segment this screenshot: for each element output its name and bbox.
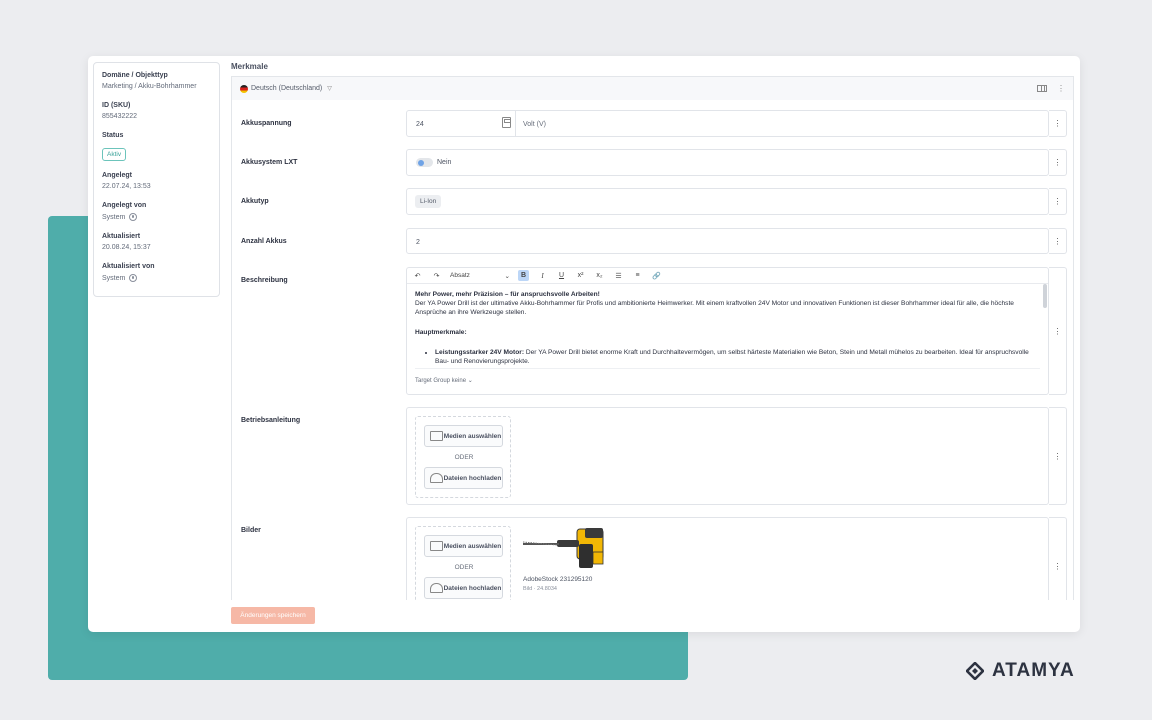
updated-value: 20.08.24, 15:37 <box>102 244 151 251</box>
flag-de-icon <box>240 84 248 93</box>
gear-icon <box>129 274 138 282</box>
field-label: Akkuspannung <box>241 120 292 127</box>
upload-files-button[interactable]: Dateien hochladen <box>424 577 503 599</box>
created-by-value: System <box>102 213 126 221</box>
calculator-icon[interactable] <box>502 117 511 128</box>
battery-type-field[interactable]: Li-Ion <box>406 188 1049 215</box>
media-dropzone[interactable]: Medien auswählen ODER Dateien hochladen <box>415 526 511 600</box>
save-changes-button[interactable]: Änderungen speichern <box>231 607 315 624</box>
target-group-select[interactable]: Target Group keine ⌄ <box>415 368 1040 384</box>
description-paragraph: Der YA Power Drill ist der ultimative Ak… <box>415 300 1014 316</box>
undo-icon[interactable]: ↶ <box>412 270 423 281</box>
created-label: Angelegt <box>102 172 132 179</box>
field-label: Betriebsanleitung <box>241 417 301 424</box>
grid-view-icon[interactable] <box>1037 85 1047 92</box>
subscript-icon[interactable]: x₂ <box>594 270 605 281</box>
list-item: Leistungsstarker 24V Motor: Der YA Power… <box>435 348 1040 366</box>
updated-label: Aktualisiert <box>102 233 141 240</box>
redo-icon[interactable]: ↷ <box>431 270 442 281</box>
editor-toolbar: ↶ ↷ Absatz ⌄ B I U x² x₂ ☰ ≡ 🔗 <box>407 268 1048 284</box>
media-library-icon <box>430 541 443 551</box>
kebab-icon[interactable]: ⋮ <box>1049 228 1067 254</box>
domain-label: Domäne / Objekttyp <box>102 72 168 79</box>
updated-by-row: System <box>102 274 211 282</box>
created-value: 22.07.24, 13:53 <box>102 183 151 190</box>
object-meta-card: Domäne / Objekttyp Marketing / Akku-Bohr… <box>93 62 220 297</box>
paragraph-format-select[interactable]: Absatz ⌄ <box>450 272 510 280</box>
status-label: Status <box>102 132 124 139</box>
main-panel: Merkmale Deutsch (Deutschland) ▽ ⋮ Akkus… <box>231 56 1074 632</box>
image-meta: Bild · 24.8034 <box>523 586 557 592</box>
bold-icon[interactable]: B <box>518 270 529 281</box>
upload-cloud-icon <box>430 473 443 483</box>
editor-scrollbar[interactable] <box>1043 284 1047 308</box>
battery-type-tag[interactable]: Li-Ion <box>415 195 442 208</box>
bullet-list-icon[interactable]: ☰ <box>613 270 624 281</box>
superscript-icon[interactable]: x² <box>575 270 586 281</box>
brand-name: ATAMYA <box>992 660 1075 681</box>
app-window: Domäne / Objekttyp Marketing / Akku-Bohr… <box>88 56 1080 632</box>
domain-value: Marketing / Akku-Bohrhammer <box>102 83 197 90</box>
media-dropzone[interactable]: Medien auswählen ODER Dateien hochladen <box>415 416 511 498</box>
id-value: 855432222 <box>102 113 138 120</box>
kebab-icon[interactable]: ⋮ <box>1049 407 1067 505</box>
kebab-icon[interactable]: ⋮ <box>1049 267 1067 395</box>
editor-content[interactable]: Mehr Power, mehr Präzision – für anspruc… <box>415 290 1040 366</box>
language-bar: Deutsch (Deutschland) ▽ ⋮ <box>231 76 1074 100</box>
media-library-icon <box>430 431 443 441</box>
numbered-list-icon[interactable]: ≡ <box>632 270 643 281</box>
battery-voltage-field[interactable]: 24 Volt (V) <box>406 110 1049 137</box>
created-by-label: Angelegt von <box>102 202 147 209</box>
unit-select[interactable]: Volt (V) <box>523 121 546 128</box>
toggle-label: Nein <box>437 159 452 166</box>
chevron-down-icon: ⌄ <box>467 378 473 384</box>
brand-logo: ATAMYA <box>966 660 1075 682</box>
battery-voltage-value[interactable]: 24 <box>416 121 424 128</box>
upload-cloud-icon <box>430 583 443 593</box>
battery-count-field[interactable]: 2 <box>406 228 1049 254</box>
or-divider: ODER <box>454 564 474 571</box>
chevron-down-icon[interactable]: ▽ <box>327 85 332 92</box>
kebab-icon[interactable]: ⋮ <box>1049 110 1067 137</box>
italic-icon[interactable]: I <box>537 270 548 281</box>
product-image-thumbnail[interactable] <box>519 526 609 572</box>
description-subheading: Hauptmerkmale: <box>415 329 467 336</box>
chevron-down-icon: ⌄ <box>504 272 510 280</box>
link-icon[interactable]: 🔗 <box>651 270 662 281</box>
kebab-icon[interactable]: ⋮ <box>1057 84 1065 93</box>
gear-icon <box>129 213 138 221</box>
image-title: AdobeStock 231295120 <box>523 576 593 583</box>
field-label: Beschreibung <box>241 277 288 284</box>
battery-system-toggle[interactable] <box>416 158 433 167</box>
battery-count-value[interactable]: 2 <box>416 239 420 246</box>
attribute-form: Akkuspannung 24 Volt (V) ⋮ Akkusystem LX… <box>231 100 1074 600</box>
manual-media-field: Medien auswählen ODER Dateien hochladen <box>406 407 1049 505</box>
images-media-field: Medien auswählen ODER Dateien hochladen <box>406 517 1049 600</box>
field-label: Bilder <box>241 527 261 534</box>
updated-by-label: Aktualisiert von <box>102 263 155 270</box>
field-label: Akkusystem LXT <box>241 159 298 166</box>
description-editor[interactable]: ↶ ↷ Absatz ⌄ B I U x² x₂ ☰ ≡ 🔗 Mehr Powe… <box>406 267 1049 395</box>
field-label: Akkutyp <box>241 198 269 205</box>
upload-files-button[interactable]: Dateien hochladen <box>424 467 503 489</box>
kebab-icon[interactable]: ⋮ <box>1049 517 1067 600</box>
status-badge: Aktiv <box>102 148 127 161</box>
created-by-row: System <box>102 213 211 221</box>
select-media-button[interactable]: Medien auswählen <box>424 535 503 557</box>
description-heading: Mehr Power, mehr Präzision – für anspruc… <box>415 291 600 298</box>
language-select[interactable]: Deutsch (Deutschland) <box>251 85 322 92</box>
updated-by-value: System <box>102 274 126 282</box>
id-label: ID (SKU) <box>102 102 131 109</box>
battery-system-field: Nein <box>406 149 1049 176</box>
or-divider: ODER <box>454 454 474 461</box>
section-title: Merkmale <box>231 62 268 71</box>
underline-icon[interactable]: U <box>556 270 567 281</box>
field-label: Anzahl Akkus <box>241 238 287 245</box>
diamond-logo-icon <box>966 662 984 680</box>
kebab-icon[interactable]: ⋮ <box>1049 149 1067 176</box>
kebab-icon[interactable]: ⋮ <box>1049 188 1067 215</box>
select-media-button[interactable]: Medien auswählen <box>424 425 503 447</box>
